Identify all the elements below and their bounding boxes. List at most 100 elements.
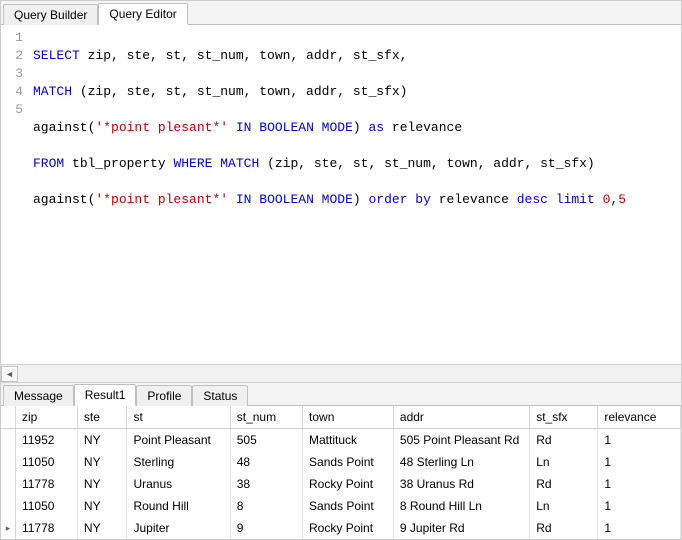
table-row[interactable]: 11778NYUranus38Rocky Point38 Uranus RdRd… xyxy=(1,473,681,495)
cell-st[interactable]: Sterling xyxy=(127,451,230,473)
cell-addr[interactable]: 8 Round Hill Ln xyxy=(393,495,529,517)
cell-relevance[interactable]: 1 xyxy=(598,495,681,517)
cell-st[interactable]: Uranus xyxy=(127,473,230,495)
cell-relevance[interactable]: 1 xyxy=(598,517,681,539)
editor-tab-strip: Query Builder Query Editor xyxy=(1,1,681,25)
kw-in: IN xyxy=(228,120,259,135)
tab-profile[interactable]: Profile xyxy=(136,385,192,406)
scroll-left-icon[interactable]: ◄ xyxy=(1,366,18,382)
tab-message[interactable]: Message xyxy=(3,385,74,406)
cell-ste[interactable]: NY xyxy=(77,517,127,539)
row-indicator xyxy=(1,429,15,452)
cell-st_sfx[interactable]: Ln xyxy=(530,495,598,517)
code-text: ) xyxy=(353,192,369,207)
kw-as: as xyxy=(369,120,385,135)
kw-boolean: BOOLEAN xyxy=(259,120,314,135)
cell-st_sfx[interactable]: Rd xyxy=(530,429,598,452)
code-text: ) xyxy=(353,120,369,135)
cell-st_sfx[interactable]: Ln xyxy=(530,451,598,473)
row-indicator xyxy=(1,495,15,517)
cell-zip[interactable]: 11952 xyxy=(15,429,77,452)
results-grid[interactable]: zip ste st st_num town addr st_sfx relev… xyxy=(1,406,681,539)
cell-st_num[interactable]: 8 xyxy=(230,495,302,517)
cell-st[interactable]: Round Hill xyxy=(127,495,230,517)
col-header-st-num[interactable]: st_num xyxy=(230,406,302,429)
cell-st_sfx[interactable]: Rd xyxy=(530,517,598,539)
tab-query-editor[interactable]: Query Editor xyxy=(98,3,187,25)
tab-result1[interactable]: Result1 xyxy=(74,384,137,406)
col-header-st[interactable]: st xyxy=(127,406,230,429)
number-literal: 5 xyxy=(618,192,626,207)
cell-ste[interactable]: NY xyxy=(77,473,127,495)
code-text: tbl_property xyxy=(64,156,173,171)
row-indicator xyxy=(1,451,15,473)
kw-match: MATCH xyxy=(212,156,259,171)
cell-st_num[interactable]: 9 xyxy=(230,517,302,539)
line-number-gutter: 1 2 3 4 5 xyxy=(1,25,29,364)
cell-st_num[interactable]: 38 xyxy=(230,473,302,495)
table-row[interactable]: 11050NYSterling48Sands Point48 Sterling … xyxy=(1,451,681,473)
kw-mode: MODE xyxy=(314,192,353,207)
kw-limit: limit xyxy=(548,192,603,207)
cell-ste[interactable]: NY xyxy=(77,451,127,473)
code-text: relevance xyxy=(431,192,517,207)
cell-zip[interactable]: 11778 xyxy=(15,473,77,495)
kw-match: MATCH xyxy=(33,84,72,99)
grid-header-row: zip ste st st_num town addr st_sfx relev… xyxy=(1,406,681,429)
col-header-town[interactable]: town xyxy=(303,406,394,429)
code-text: against( xyxy=(33,192,95,207)
cell-ste[interactable]: NY xyxy=(77,429,127,452)
col-header-zip[interactable]: zip xyxy=(15,406,77,429)
kw-boolean: BOOLEAN xyxy=(259,192,314,207)
editor-horizontal-scrollbar[interactable]: ◄ xyxy=(1,364,681,382)
cell-relevance[interactable]: 1 xyxy=(598,451,681,473)
cell-relevance[interactable]: 1 xyxy=(598,429,681,452)
cell-st_num[interactable]: 48 xyxy=(230,451,302,473)
kw-order-by: order by xyxy=(369,192,431,207)
kw-from: FROM xyxy=(33,156,64,171)
kw-select: SELECT xyxy=(33,48,80,63)
cell-zip[interactable]: 11050 xyxy=(15,451,77,473)
cell-town[interactable]: Mattituck xyxy=(303,429,394,452)
code-text: against( xyxy=(33,120,95,135)
col-header-addr[interactable]: addr xyxy=(393,406,529,429)
cell-addr[interactable]: 505 Point Pleasant Rd xyxy=(393,429,529,452)
sql-editor[interactable]: 1 2 3 4 5 SELECT zip, ste, st, st_num, t… xyxy=(1,25,681,364)
row-indicator xyxy=(1,473,15,495)
cell-st[interactable]: Point Pleasant xyxy=(127,429,230,452)
cell-st[interactable]: Jupiter xyxy=(127,517,230,539)
table-row[interactable]: 11050NYRound Hill8Sands Point8 Round Hil… xyxy=(1,495,681,517)
cell-town[interactable]: Rocky Point xyxy=(303,517,394,539)
cell-ste[interactable]: NY xyxy=(77,495,127,517)
code-text: (zip, ste, st, st_num, town, addr, st_sf… xyxy=(72,84,407,99)
cell-zip[interactable]: 11778 xyxy=(15,517,77,539)
sql-code-area[interactable]: SELECT zip, ste, st, st_num, town, addr,… xyxy=(29,25,681,364)
code-text: zip, ste, st, st_num, town, addr, st_sfx… xyxy=(80,48,408,63)
cell-st_sfx[interactable]: Rd xyxy=(530,473,598,495)
string-literal: '*point plesant*' xyxy=(95,192,228,207)
line-number: 1 xyxy=(1,29,23,47)
table-row[interactable]: ▸11778NYJupiter9Rocky Point9 Jupiter RdR… xyxy=(1,517,681,539)
col-header-relevance[interactable]: relevance xyxy=(598,406,681,429)
string-literal: '*point plesant*' xyxy=(95,120,228,135)
tab-query-builder[interactable]: Query Builder xyxy=(3,4,98,25)
table-row[interactable]: 11952NYPoint Pleasant505Mattituck505 Poi… xyxy=(1,429,681,452)
cell-town[interactable]: Sands Point xyxy=(303,451,394,473)
cell-town[interactable]: Rocky Point xyxy=(303,473,394,495)
cell-addr[interactable]: 9 Jupiter Rd xyxy=(393,517,529,539)
cell-st_num[interactable]: 505 xyxy=(230,429,302,452)
line-number: 2 xyxy=(1,47,23,65)
kw-in: IN xyxy=(228,192,259,207)
cell-addr[interactable]: 38 Uranus Rd xyxy=(393,473,529,495)
cell-town[interactable]: Sands Point xyxy=(303,495,394,517)
cell-relevance[interactable]: 1 xyxy=(598,473,681,495)
col-header-ste[interactable]: ste xyxy=(77,406,127,429)
tab-status[interactable]: Status xyxy=(192,385,248,406)
col-header-st-sfx[interactable]: st_sfx xyxy=(530,406,598,429)
line-number: 5 xyxy=(1,101,23,119)
cell-addr[interactable]: 48 Sterling Ln xyxy=(393,451,529,473)
cell-zip[interactable]: 11050 xyxy=(15,495,77,517)
row-indicator: ▸ xyxy=(1,517,15,539)
code-text: (zip, ste, st, st_num, town, addr, st_sf… xyxy=(259,156,594,171)
kw-mode: MODE xyxy=(314,120,353,135)
